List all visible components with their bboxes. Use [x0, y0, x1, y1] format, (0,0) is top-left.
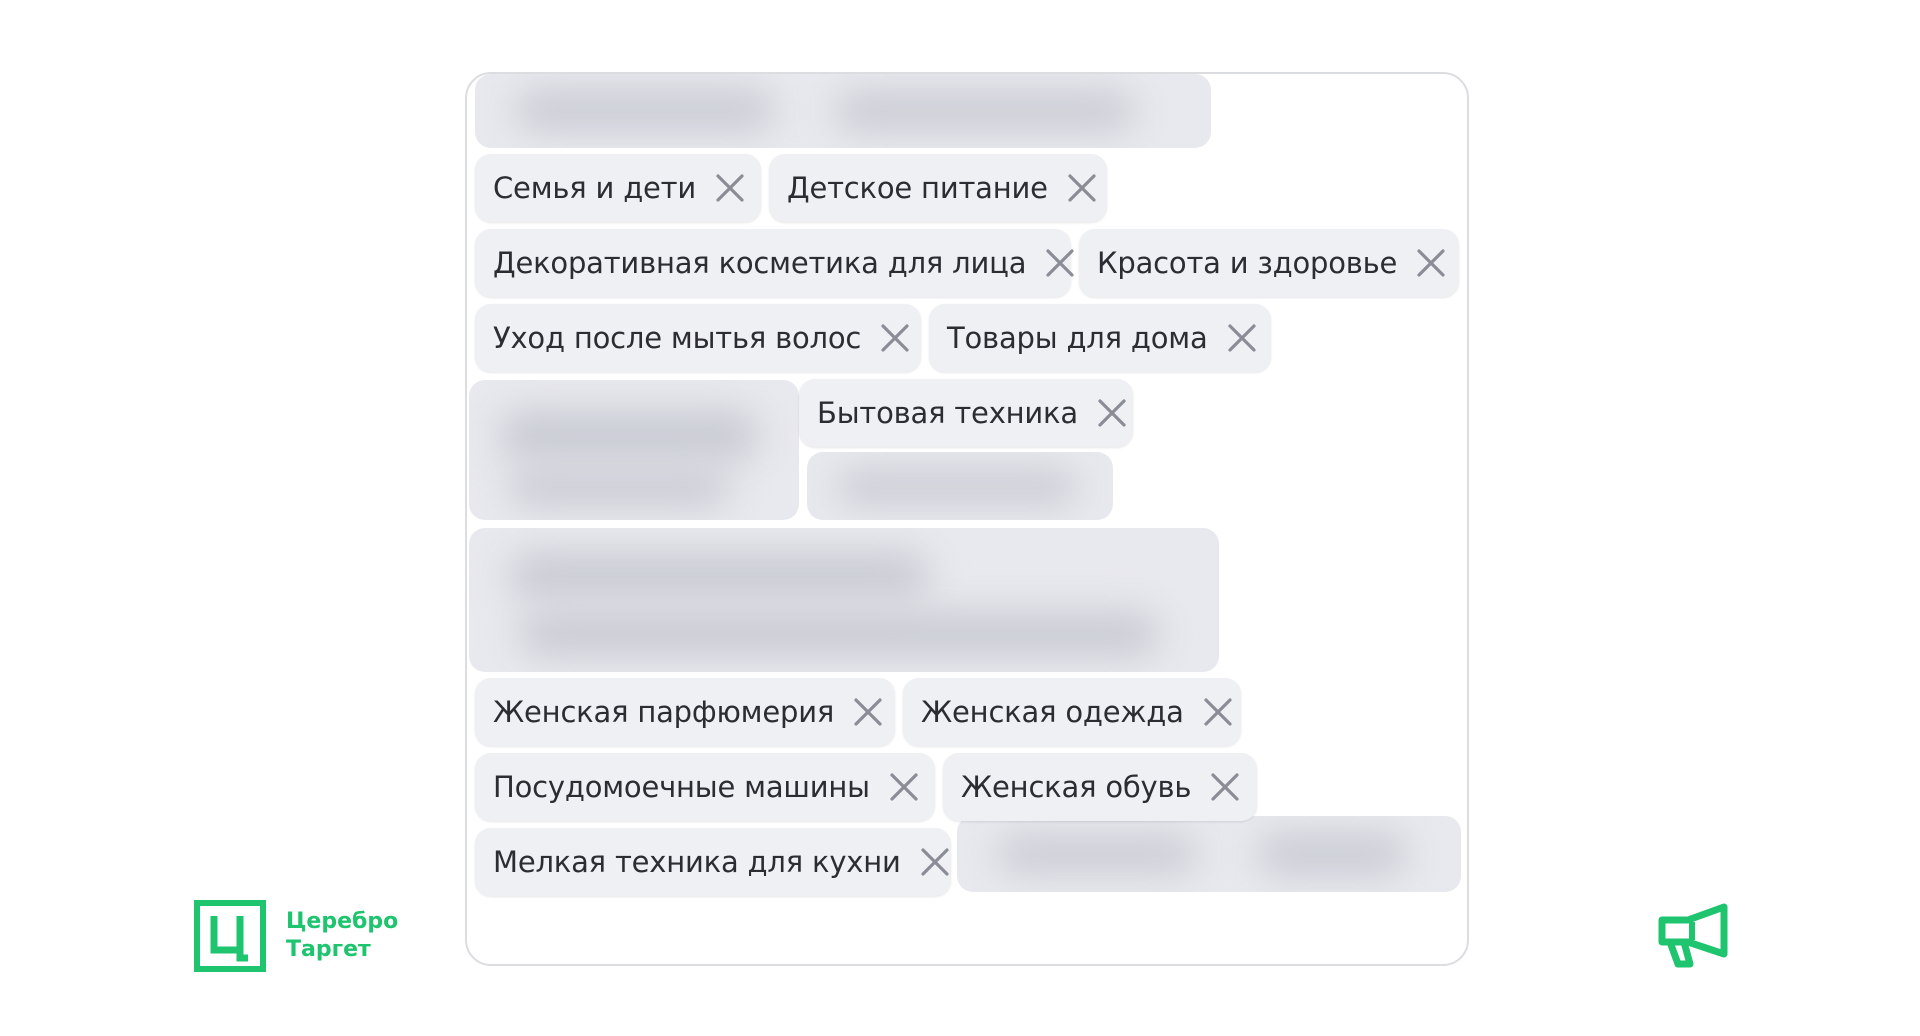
chip-label: Детское питание — [787, 171, 1048, 205]
close-icon[interactable] — [1202, 696, 1234, 728]
close-icon[interactable] — [1226, 322, 1258, 354]
close-icon[interactable] — [888, 771, 920, 803]
interest-chip[interactable]: Бытовая техника — [799, 379, 1133, 447]
interest-chip[interactable]: Женская одежда — [903, 678, 1241, 746]
megaphone-icon — [1658, 903, 1728, 968]
interest-chip[interactable]: Женская обувь — [943, 753, 1257, 821]
interest-chip[interactable]: Декоративная косметика для лица — [475, 229, 1074, 297]
close-icon[interactable] — [879, 322, 911, 354]
blurred-chip — [475, 74, 1211, 148]
brand-name: Церебро Таргет — [286, 908, 398, 964]
interest-chip[interactable]: Мелкая техника для кухни — [475, 828, 951, 896]
chip-label: Семья и дети — [493, 171, 697, 205]
interest-chip[interactable]: Женская парфюмерия — [475, 678, 895, 746]
cerebro-logo-icon — [194, 900, 266, 972]
close-icon[interactable] — [1209, 771, 1241, 803]
interest-chip[interactable]: Семья и дети — [475, 154, 761, 222]
close-icon[interactable] — [1096, 397, 1128, 429]
chip-label: Уход после мытья волос — [493, 321, 862, 355]
close-icon[interactable] — [919, 846, 951, 878]
chip-label: Посудомоечные машины — [493, 770, 870, 804]
brand-line-1: Церебро — [286, 909, 399, 934]
blurred-chip — [957, 816, 1461, 892]
close-icon[interactable] — [714, 172, 746, 204]
chip-label: Товары для дома — [947, 321, 1208, 355]
brand-logo: Церебро Таргет — [194, 900, 398, 972]
blurred-chip — [469, 380, 799, 520]
blurred-chip — [807, 452, 1113, 520]
close-icon[interactable] — [1044, 247, 1076, 279]
interest-chip[interactable]: Детское питание — [769, 154, 1107, 222]
chip-label: Женская парфюмерия — [493, 695, 835, 729]
chip-label: Красота и здоровье — [1097, 246, 1398, 280]
close-icon[interactable] — [852, 696, 884, 728]
chip-label: Женская обувь — [961, 770, 1192, 804]
chip-label: Бытовая техника — [817, 396, 1078, 430]
interest-chip[interactable]: Красота и здоровье — [1079, 229, 1459, 297]
chip-label: Женская одежда — [921, 695, 1184, 729]
close-icon[interactable] — [1415, 247, 1447, 279]
close-icon[interactable] — [1066, 172, 1098, 204]
interest-chip[interactable]: Уход после мытья волос — [475, 304, 921, 372]
blurred-chip — [469, 528, 1219, 672]
interests-card: Семья и дети Детское питание Декоративна… — [465, 72, 1469, 966]
interest-chip[interactable]: Товары для дома — [929, 304, 1271, 372]
brand-line-2: Таргет — [286, 937, 371, 962]
chip-label: Мелкая техника для кухни — [493, 845, 901, 879]
chip-label: Декоративная косметика для лица — [493, 246, 1027, 280]
interest-chip[interactable]: Посудомоечные машины — [475, 753, 935, 821]
